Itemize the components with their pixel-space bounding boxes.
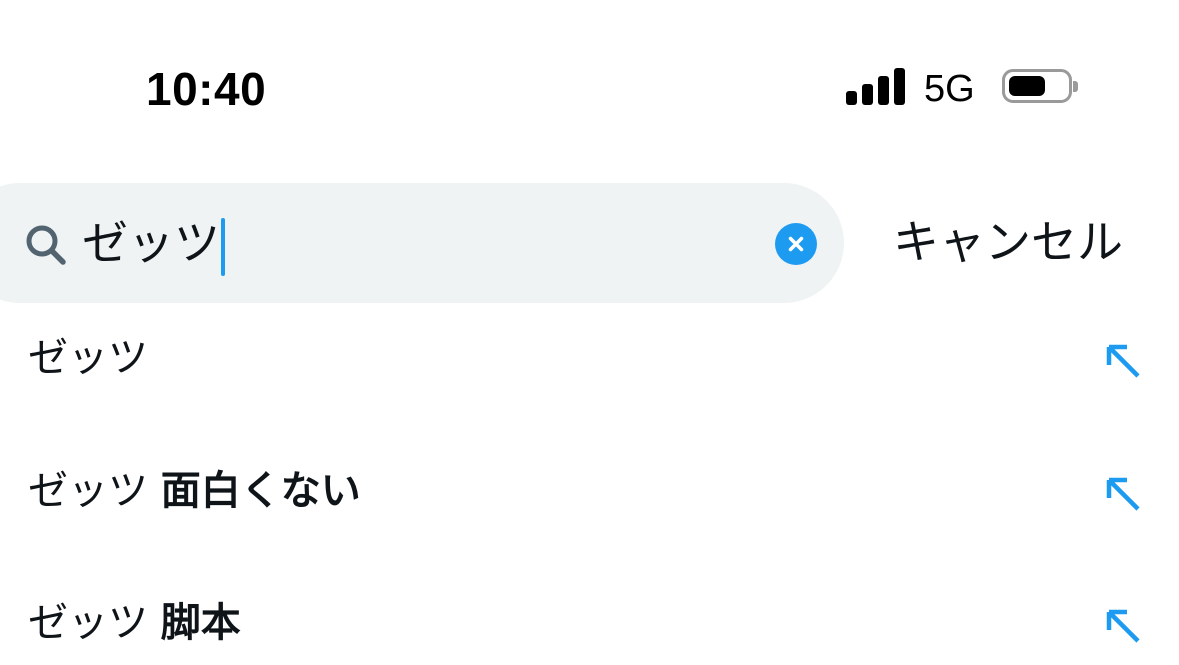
battery-icon bbox=[1002, 69, 1078, 103]
signal-icon bbox=[846, 66, 906, 108]
suggestion-item[interactable]: ゼッツ 面白くない bbox=[0, 451, 1179, 531]
cancel-button[interactable]: キャンセル bbox=[893, 212, 1123, 272]
arrow-up-left-icon[interactable] bbox=[1102, 605, 1142, 645]
arrow-up-left-icon[interactable] bbox=[1102, 340, 1142, 380]
suggestion-text: ゼッツ 脚本 bbox=[28, 600, 241, 646]
text-cursor bbox=[221, 217, 225, 276]
search-query: ゼッツ bbox=[82, 216, 220, 270]
network-label: 5G bbox=[924, 68, 975, 110]
suggestion-text: ゼッツ 面白くない bbox=[28, 468, 361, 514]
search-bar[interactable]: ゼッツ bbox=[0, 183, 844, 303]
search-icon bbox=[26, 225, 66, 265]
arrow-up-left-icon[interactable] bbox=[1102, 473, 1142, 513]
clear-icon bbox=[788, 236, 804, 252]
suggestion-item[interactable]: ゼッツ bbox=[0, 318, 1179, 398]
battery-fill bbox=[1009, 76, 1045, 96]
status-time: 10:40 bbox=[146, 63, 267, 115]
suggestion-text: ゼッツ bbox=[28, 335, 148, 381]
suggestion-item[interactable]: ゼッツ 脚本 bbox=[0, 583, 1179, 663]
clear-button[interactable] bbox=[775, 223, 817, 265]
search-input[interactable]: ゼッツ bbox=[82, 205, 225, 281]
